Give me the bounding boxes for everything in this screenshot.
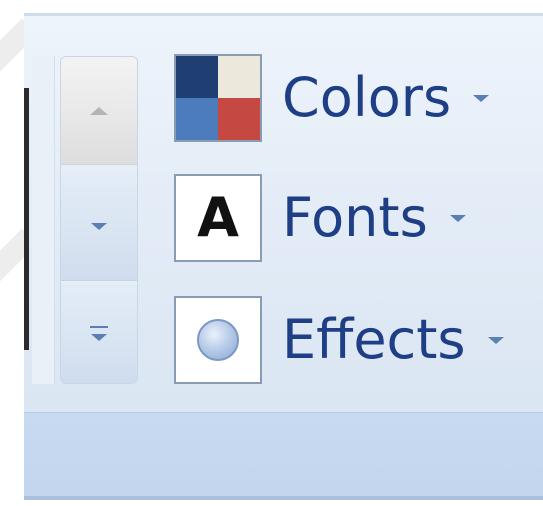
triangle-down-icon <box>91 223 107 230</box>
theme-fonts-button[interactable]: A Fonts <box>174 172 534 264</box>
left-margin <box>0 0 24 506</box>
watermark-stroke <box>0 18 24 84</box>
theme-colors-swatch-icon <box>174 54 262 142</box>
ribbon-group-footer <box>24 412 543 497</box>
theme-gallery-rail <box>32 56 55 384</box>
swatch-color-4 <box>218 98 260 140</box>
theme-fonts-icon: A <box>174 174 262 262</box>
gallery-scroll-up-button[interactable] <box>61 57 137 165</box>
swatch-color-2 <box>218 56 260 98</box>
chevron-down-icon <box>449 214 466 222</box>
gallery-scroll-down-button[interactable] <box>61 173 137 281</box>
theme-effects-icon <box>174 296 262 384</box>
triangle-up-icon <box>90 106 108 115</box>
gallery-scroll-buttons <box>60 56 138 384</box>
watermark-stroke <box>0 228 24 294</box>
chevron-down-icon <box>473 94 490 102</box>
swatch-color-1 <box>176 56 218 98</box>
swatch-color-3 <box>176 98 218 140</box>
font-glyph: A <box>197 186 239 249</box>
below-ribbon <box>24 500 543 506</box>
effects-orb <box>197 319 239 361</box>
gallery-more-button[interactable] <box>61 283 137 383</box>
theme-effects-label: Effects <box>282 308 466 371</box>
chevron-down-icon <box>487 336 504 344</box>
theme-colors-button[interactable]: Colors <box>174 52 534 144</box>
theme-fonts-label: Fonts <box>282 186 428 249</box>
theme-effects-button[interactable]: Effects <box>174 294 534 386</box>
theme-gallery-edge <box>24 88 29 350</box>
theme-colors-label: Colors <box>282 66 452 129</box>
gallery-more-icon <box>90 325 108 341</box>
